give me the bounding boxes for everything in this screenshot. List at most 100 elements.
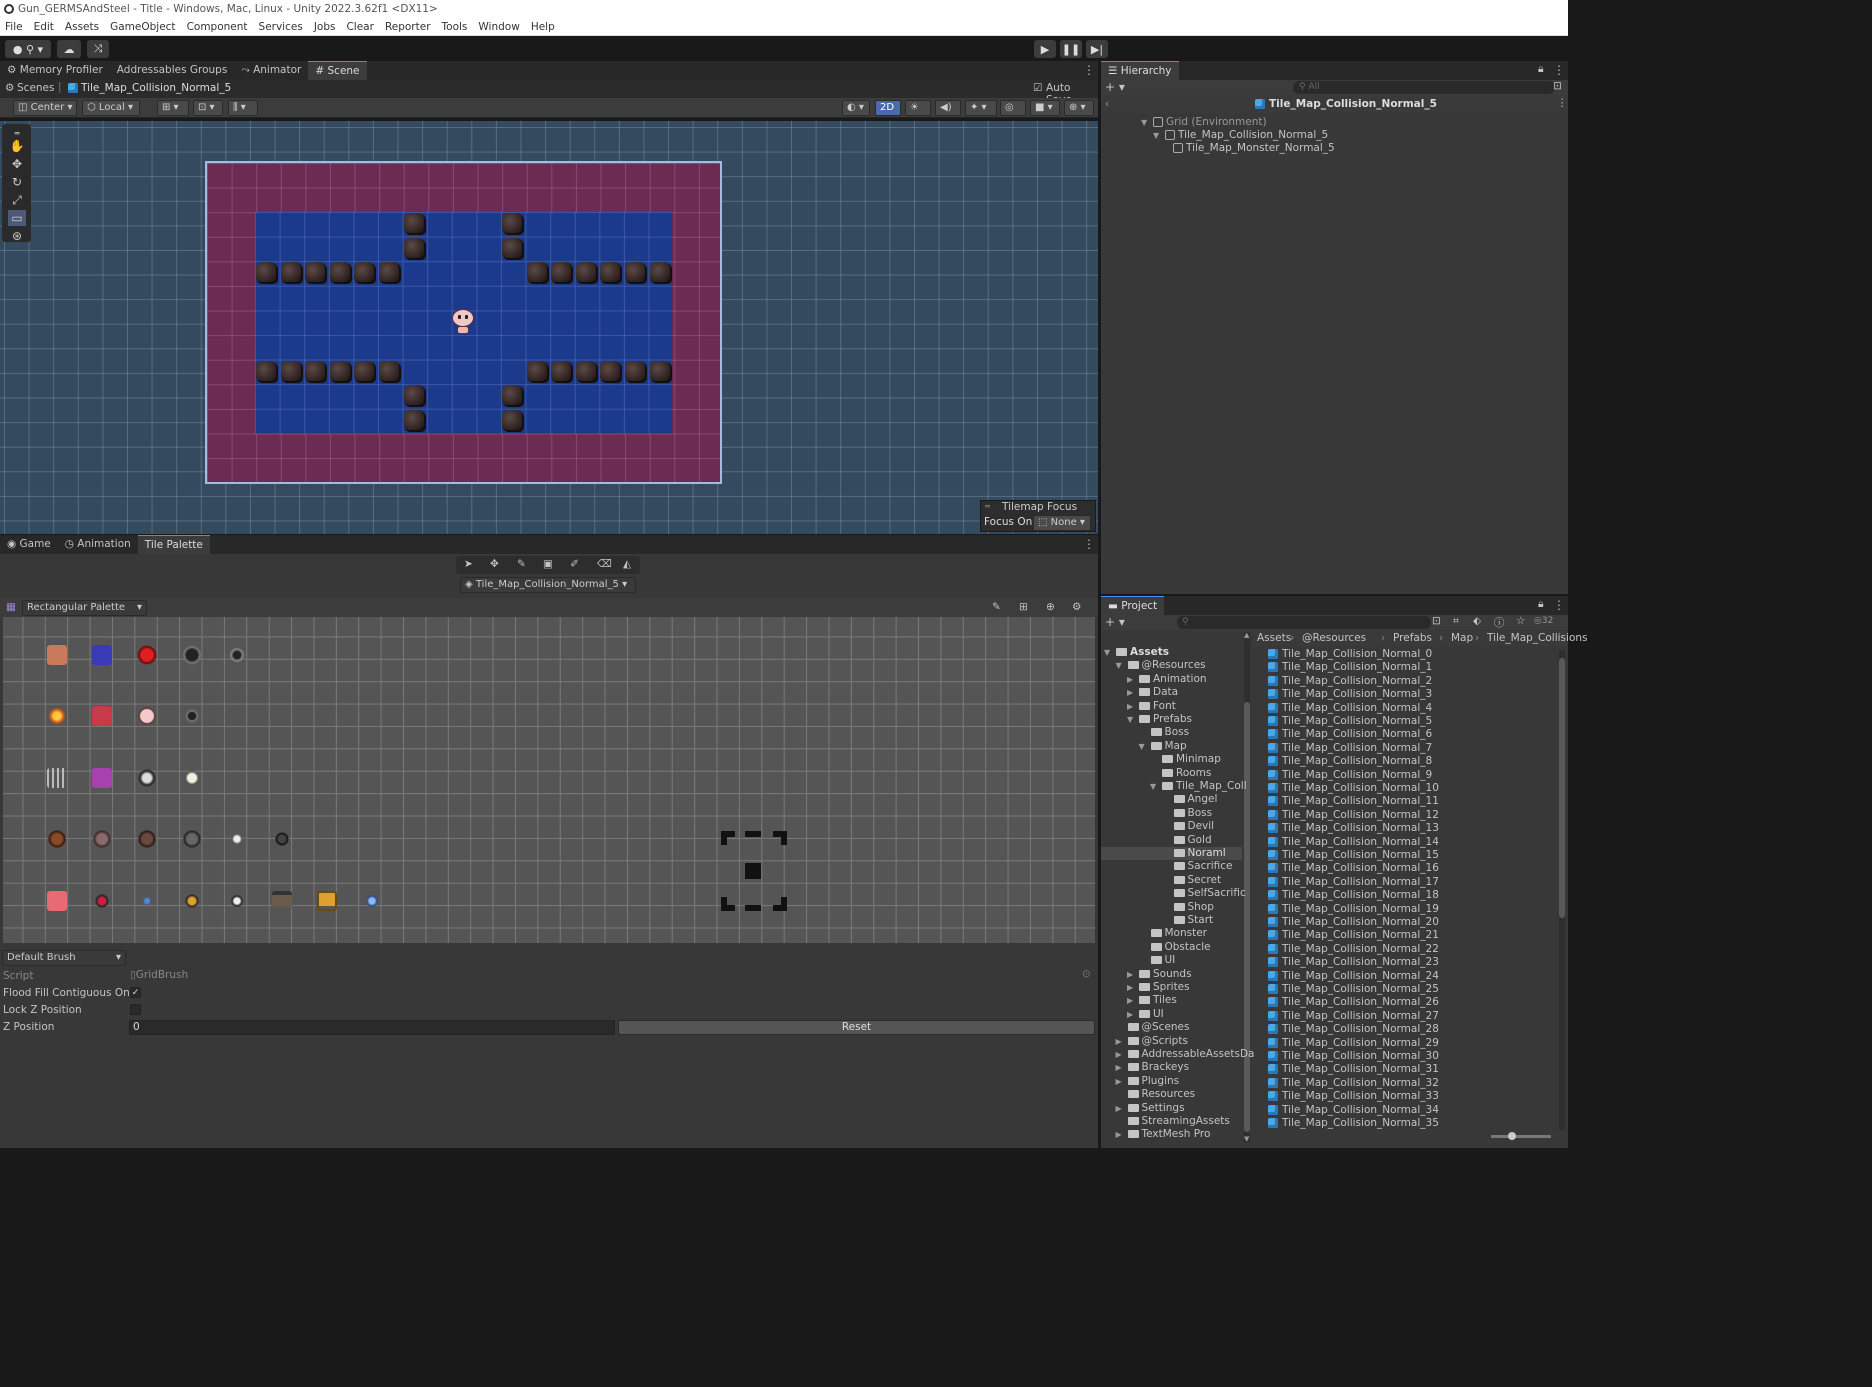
palette-tile-boulder[interactable] <box>137 829 157 849</box>
project-tree-item[interactable]: Gold <box>1162 834 1212 847</box>
tree-scroll-up-icon[interactable]: ▲ <box>1244 631 1249 639</box>
project-lock-icon[interactable]: 🔒︎ <box>1538 598 1544 611</box>
move-tool-icon[interactable]: ✥ <box>490 558 499 570</box>
palette-tile-skull[interactable] <box>137 768 157 788</box>
project-tree-item[interactable]: ▼ Prefabs <box>1127 713 1192 726</box>
breadcrumb-prefabs[interactable]: Prefabs <box>1393 632 1432 644</box>
project-file-item[interactable]: Tile_Map_Collision_Normal_8 <box>1268 755 1432 768</box>
project-file-item[interactable]: Tile_Map_Collision_Normal_6 <box>1268 728 1432 741</box>
caret-right-icon[interactable]: ▶ <box>1116 1128 1128 1141</box>
search-by-label-icon[interactable]: ⌗ <box>1453 615 1459 628</box>
palette-tile-poop[interactable] <box>47 829 67 849</box>
menu-gameobject[interactable]: GameObject <box>110 21 175 33</box>
menu-jobs[interactable]: Jobs <box>314 21 336 33</box>
align-button[interactable]: ⫼ ▾ <box>228 100 258 116</box>
project-tree-item[interactable]: ▼ Assets <box>1104 646 1169 659</box>
project-file-item[interactable]: Tile_Map_Collision_Normal_35 <box>1268 1117 1439 1130</box>
project-tree-item[interactable]: ▶ Tiles <box>1127 994 1177 1007</box>
project-file-item[interactable]: Tile_Map_Collision_Normal_15 <box>1268 849 1439 862</box>
caret-right-icon[interactable]: ▶ <box>1116 1035 1128 1048</box>
caret-right-icon[interactable]: ▶ <box>1127 1008 1139 1021</box>
caret-down-icon[interactable]: ▼ <box>1127 713 1139 726</box>
palette-tile-spikes[interactable] <box>47 768 67 788</box>
scale-tool-icon[interactable]: ⤢ <box>8 192 26 208</box>
project-tree-item[interactable]: UI <box>1139 954 1175 967</box>
project-file-item[interactable]: Tile_Map_Collision_Normal_1 <box>1268 661 1432 674</box>
lock-icon[interactable]: 🔒︎ <box>1538 63 1544 76</box>
icon-size-slider-knob[interactable] <box>1508 1132 1516 1140</box>
hierarchy-search-input[interactable]: ⚲ All <box>1293 81 1555 94</box>
project-tree-item[interactable]: Shop <box>1162 901 1214 914</box>
project-file-item[interactable]: Tile_Map_Collision_Normal_27 <box>1268 1010 1439 1023</box>
version-control-button[interactable]: ⤨ <box>87 40 109 58</box>
camera-dropdown[interactable]: ■ ▾ <box>1030 100 1060 116</box>
lighting-toggle[interactable]: ☀ <box>905 100 931 116</box>
palette-tile-heart[interactable] <box>137 645 157 665</box>
project-file-item[interactable]: Tile_Map_Collision_Normal_14 <box>1268 836 1439 849</box>
project-file-item[interactable]: Tile_Map_Collision_Normal_25 <box>1268 983 1439 996</box>
project-tree-item[interactable]: SelfSacrific <box>1162 887 1246 900</box>
transform-tool-icon[interactable]: ⊛ <box>8 228 26 244</box>
focus-on-dropdown[interactable]: ⬚ None ▾ <box>1033 515 1091 531</box>
back-arrow-icon[interactable]: ‹ <box>1105 98 1109 110</box>
effects-dropdown[interactable]: ✦ ▾ <box>965 100 997 116</box>
palette-tile-chain[interactable] <box>227 829 247 849</box>
project-tree-item[interactable]: StreamingAssets <box>1116 1115 1230 1128</box>
caret-right-icon[interactable]: ▶ <box>1116 1075 1128 1088</box>
breadcrumb-scenes[interactable]: Scenes <box>17 82 54 94</box>
hierarchy-item-collision[interactable]: ▼ Tile_Map_Collision_Normal_5 <box>1153 129 1328 142</box>
player-sprite[interactable] <box>451 309 475 335</box>
scene-view[interactable] <box>0 121 1098 534</box>
project-file-item[interactable]: Tile_Map_Collision_Normal_32 <box>1268 1077 1439 1090</box>
project-tree-item[interactable]: ▶ Brackeys <box>1116 1061 1190 1074</box>
project-file-item[interactable]: Tile_Map_Collision_Normal_5 <box>1268 715 1432 728</box>
project-file-item[interactable]: Tile_Map_Collision_Normal_31 <box>1268 1063 1439 1076</box>
picker-icon[interactable]: ✐ <box>570 558 579 570</box>
project-file-item[interactable]: Tile_Map_Collision_Normal_12 <box>1268 809 1439 822</box>
caret-right-icon[interactable]: ▶ <box>1116 1048 1128 1061</box>
hierarchy-item-monster[interactable]: Tile_Map_Monster_Normal_5 <box>1173 142 1335 155</box>
palette-grid[interactable] <box>3 617 1095 943</box>
caret-right-icon[interactable]: ▶ <box>1116 1102 1128 1115</box>
rect-tool-icon[interactable]: ▭ <box>8 210 26 226</box>
breadcrumb-prefab[interactable]: Tile_Map_Collision_Normal_5 <box>81 82 231 94</box>
project-file-item[interactable]: Tile_Map_Collision_Normal_7 <box>1268 742 1432 755</box>
move-tool-icon[interactable]: ✥ <box>8 156 26 172</box>
info-icon[interactable]: ⓘ <box>1494 615 1505 630</box>
project-tree-item[interactable]: Devil <box>1162 820 1214 833</box>
icon-size-slider[interactable] <box>1491 1132 1551 1140</box>
step-button[interactable]: ▶| <box>1086 40 1108 58</box>
palette-tile-brown[interactable] <box>47 645 67 665</box>
menu-clear[interactable]: Clear <box>346 21 373 33</box>
project-tree-item[interactable]: ▶ Plugins <box>1116 1075 1180 1088</box>
caret-down-icon[interactable]: ▼ <box>1139 740 1151 753</box>
palette-tile-coin[interactable] <box>182 891 202 911</box>
pivot-mode-dropdown[interactable]: ◫ Center ▾ <box>13 100 77 116</box>
project-file-item[interactable]: Tile_Map_Collision_Normal_29 <box>1268 1037 1439 1050</box>
edit-palette-icon[interactable]: ✎ <box>992 601 1001 613</box>
pause-button[interactable]: ❚❚ <box>1060 40 1082 58</box>
play-button[interactable]: ▶ <box>1034 40 1056 58</box>
project-search-input[interactable]: ⚲ <box>1177 616 1431 629</box>
project-file-item[interactable]: Tile_Map_Collision_Normal_18 <box>1268 889 1439 902</box>
caret-right-icon[interactable]: ▶ <box>1127 686 1139 699</box>
scene-panel-menu-icon[interactable]: ⋮ <box>1083 63 1095 77</box>
fill-bucket-icon[interactable]: ◭ <box>623 558 631 570</box>
palette-tile-cloud[interactable] <box>182 768 202 788</box>
project-tree-item[interactable]: Resources <box>1116 1088 1195 1101</box>
hierarchy-item-grid[interactable]: ▼ Grid (Environment) <box>1141 116 1267 129</box>
files-scrollbar[interactable] <box>1559 650 1565 1130</box>
auto-save-checkbox[interactable]: ☑ <box>1033 82 1042 94</box>
breadcrumb-tile-map-collisions[interactable]: Tile_Map_Collisions <box>1487 632 1588 644</box>
palette-dropdown[interactable]: Rectangular Palette ▾ <box>22 600 147 616</box>
menu-services[interactable]: Services <box>259 21 303 33</box>
2d-mode-toggle[interactable]: 2D <box>875 100 901 116</box>
audio-toggle[interactable]: ◀) <box>935 100 961 116</box>
rotate-tool-icon[interactable]: ↻ <box>8 174 26 190</box>
project-file-item[interactable]: Tile_Map_Collision_Normal_23 <box>1268 956 1439 969</box>
active-tilemap-dropdown[interactable]: ◈ Tile_Map_Collision_Normal_5 ▾ <box>460 577 636 593</box>
palette-tile-door-frame[interactable] <box>721 831 787 911</box>
project-tree-item[interactable]: ▶ Sprites <box>1127 981 1190 994</box>
increment-snap-button[interactable]: ⊡ ▾ <box>193 100 223 116</box>
menu-edit[interactable]: Edit <box>34 21 54 33</box>
